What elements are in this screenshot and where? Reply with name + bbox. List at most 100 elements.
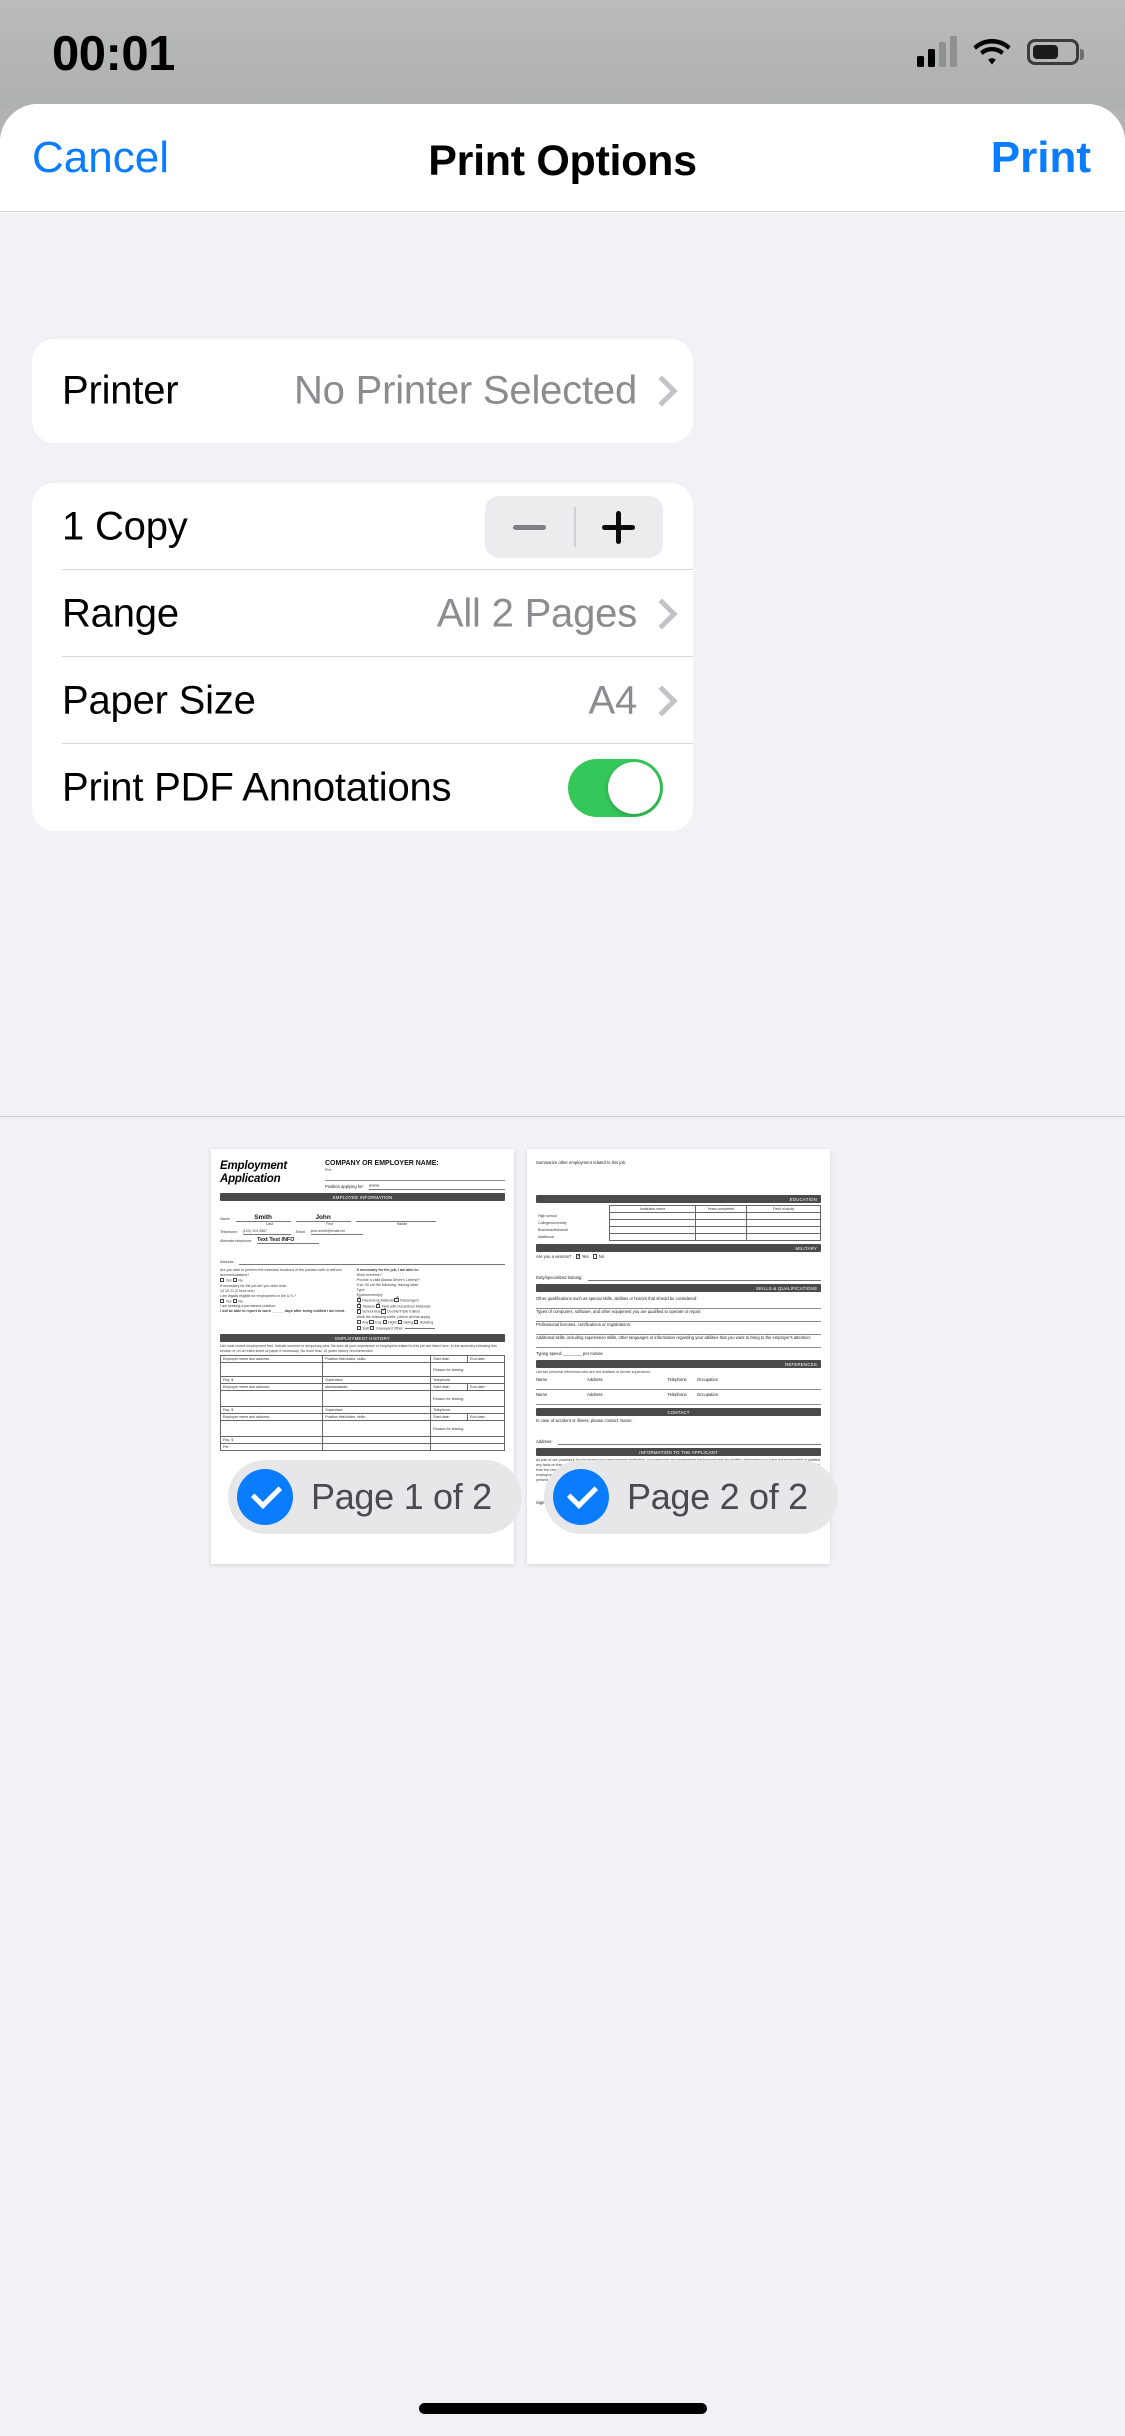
- doc2-edu-row-1: College/university: [536, 1220, 610, 1227]
- doc-name-label: Name:: [220, 1217, 231, 1222]
- paper-size-label: Paper Size: [62, 678, 256, 723]
- status-bar: 00:01: [0, 0, 1125, 108]
- chevron-right-icon: [650, 376, 667, 406]
- paper-size-row[interactable]: Paper Size A4: [32, 657, 693, 744]
- doc-pay-label-3: Pay: $: [221, 1437, 323, 1444]
- printer-label: Printer: [62, 369, 178, 414]
- doc-sup-phone-label: Telephone:: [431, 1377, 505, 1384]
- doc2-ref-note: List two personal references who are not…: [536, 1370, 821, 1375]
- doc-no-1: No: [238, 1279, 243, 1283]
- print-options-list: Printer No Printer Selected 1 Copy Range…: [0, 213, 1125, 1116]
- page-1-badge-label: Page 1 of 2: [311, 1476, 492, 1518]
- doc-sub-last: Last: [242, 1222, 297, 1227]
- doc-name-first: John: [296, 1214, 351, 1222]
- doc-yes-1: Yes: [226, 1279, 232, 1283]
- printer-card: Printer No Printer Selected: [32, 339, 693, 443]
- doc-col-employer-3: Employer name and address:: [221, 1414, 323, 1421]
- doc-supervisor-label-2: Supervisor:: [323, 1407, 431, 1414]
- doc-col-start-2: Start date:: [431, 1384, 468, 1391]
- print-pdf-annotations-row: Print PDF Annotations: [32, 744, 693, 831]
- check-circle-icon: [553, 1469, 609, 1525]
- status-bar-clock: 00:01: [52, 26, 232, 82]
- doc-col-reason-3: Reason for leaving:: [431, 1421, 505, 1437]
- doc2-education-table: Institution name Years completed Field o…: [536, 1205, 821, 1241]
- printer-value: No Printer Selected: [294, 369, 637, 414]
- doc2-typing-label: Typing speed: ________ per minute: [536, 1351, 821, 1357]
- doc2-veteran-no: No: [599, 1254, 604, 1259]
- doc2-section-contact: CONTACT: [536, 1408, 821, 1416]
- doc-supervisor-label: Supervisor:: [323, 1377, 431, 1384]
- toggle-knob: [608, 762, 660, 814]
- doc-position-value: RRRR: [369, 1184, 505, 1190]
- doc-pay-label-2: Pay: $: [221, 1407, 323, 1414]
- doc-duties-value: stastastasdad: [323, 1384, 431, 1391]
- copies-label: 1 Copy: [62, 504, 188, 549]
- doc-email-label: Email:: [296, 1230, 306, 1235]
- status-bar-indicators: [917, 30, 1079, 74]
- doc-telephone-label: Telephone:: [220, 1230, 238, 1235]
- navigation-bar: Cancel Print Options Print: [0, 104, 1125, 212]
- doc-history-table: Employer name and address: Position titl…: [220, 1355, 505, 1451]
- doc-col-start-3: Start date:: [431, 1414, 468, 1421]
- page-1-selected-badge[interactable]: Page 1 of 2: [228, 1460, 522, 1534]
- range-value: All 2 Pages: [437, 591, 637, 636]
- doc2-edu-row-2: Business/technical: [536, 1227, 610, 1234]
- page-preview-area: Employment Application COMPANY OR EMPLOY…: [0, 1116, 1125, 2436]
- chevron-right-icon: [650, 686, 667, 716]
- doc-address-label: Address:: [220, 1260, 234, 1265]
- doc2-edu-row-3: Additional: [536, 1234, 610, 1241]
- range-row[interactable]: Range All 2 Pages: [32, 570, 693, 657]
- printer-row[interactable]: Printer No Printer Selected: [32, 339, 693, 443]
- doc-section-employee: EMPLOYEE INFORMATION: [220, 1193, 505, 1201]
- print-pdf-annotations-label: Print PDF Annotations: [62, 765, 451, 810]
- wifi-icon: [973, 37, 1011, 67]
- print-pdf-annotations-toggle[interactable]: [568, 759, 663, 817]
- doc-col-position: Position title/duties, skills:: [323, 1356, 431, 1363]
- doc-per-label: Per:: [221, 1444, 323, 1451]
- doc-history-note: List most recent employment first. Inclu…: [220, 1344, 505, 1354]
- doc-name-last: Smith: [236, 1214, 291, 1222]
- doc2-ref-col-0: Name: [536, 1377, 547, 1383]
- doc-col-employer: Employer name and address:: [221, 1356, 323, 1363]
- doc2-section-applicant: INFORMATION TO THE APPLICANT: [536, 1448, 821, 1456]
- print-button[interactable]: Print: [991, 136, 1091, 180]
- doc-telephone-value: (123) 123 4567: [243, 1229, 291, 1235]
- doc2-section-military: MILITARY: [536, 1244, 821, 1252]
- doc-col-employer-2: Employer name and address:: [221, 1384, 323, 1391]
- doc-col-end-3: End date:: [468, 1414, 505, 1421]
- chevron-right-icon: [650, 599, 667, 629]
- check-circle-icon: [237, 1469, 293, 1525]
- copies-stepper[interactable]: [485, 496, 663, 558]
- home-indicator[interactable]: [419, 2403, 707, 2414]
- doc2-skills-q4: Additional skills, including supervision…: [536, 1335, 821, 1341]
- doc-col-end-2: End date:: [468, 1384, 505, 1391]
- doc2-ref-col-3: Occupation: [697, 1377, 718, 1383]
- doc2-ref-col-2: Telephone: [668, 1377, 687, 1383]
- doc2-edu-row-0: High school: [536, 1213, 610, 1220]
- doc-position-label: Position applying for:: [325, 1184, 364, 1190]
- page-2-selected-badge[interactable]: Page 2 of 2: [544, 1460, 838, 1534]
- doc2-edu-col-0: Institution name: [610, 1206, 695, 1213]
- doc-title-line1: Employment: [220, 1160, 325, 1173]
- doc-sub-middle: Middle: [362, 1222, 442, 1227]
- doc-col-reason: Reason for leaving:: [431, 1363, 505, 1377]
- doc-title-line2: Application: [220, 1173, 325, 1186]
- doc-company-value: Rrrr: [325, 1168, 505, 1173]
- doc2-ref-col-0b: Name: [536, 1392, 547, 1398]
- signal-bars-icon: [917, 37, 957, 67]
- doc2-ref-col-1: Address: [587, 1377, 602, 1383]
- doc-company-heading: COMPANY OR EMPLOYER NAME:: [325, 1160, 505, 1167]
- doc2-section-education: EDUCATION: [536, 1195, 821, 1203]
- doc2-ref-col-3b: Occupation: [697, 1392, 718, 1398]
- doc2-edu-col-2: Field of study: [746, 1206, 820, 1213]
- doc2-edu-col-1: Years completed: [695, 1206, 746, 1213]
- doc-sub-first: First: [302, 1222, 357, 1227]
- copies-row: 1 Copy: [32, 483, 693, 570]
- doc-col-position-3: Position title/duties, skills:: [323, 1414, 431, 1421]
- doc-pay-label: Pay: $: [221, 1377, 323, 1384]
- minus-icon[interactable]: [485, 496, 574, 558]
- plus-icon[interactable]: [574, 496, 663, 558]
- doc2-veteran-q: Are you a veteran?: [536, 1254, 571, 1259]
- doc2-contact-note: In case of accident or illness, please c…: [536, 1418, 821, 1424]
- doc2-ref-col-1b: Address: [587, 1392, 602, 1398]
